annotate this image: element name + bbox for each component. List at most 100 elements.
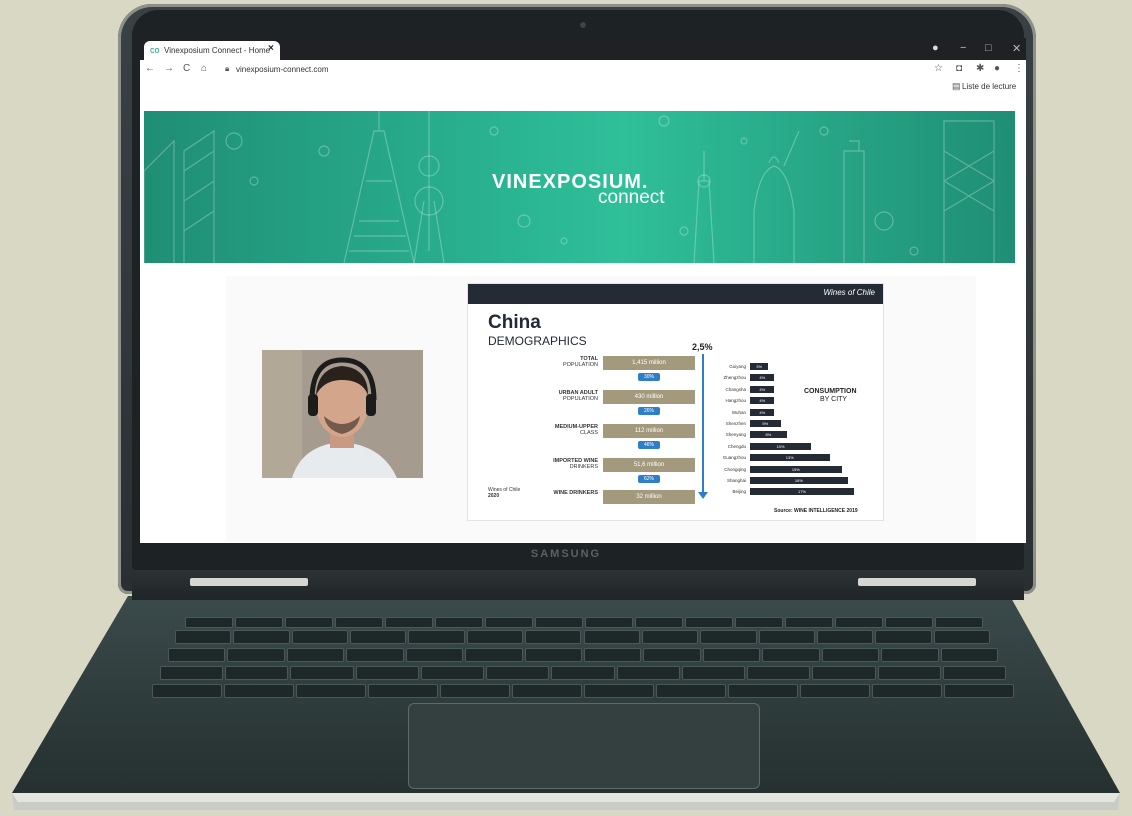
keyboard-key — [233, 630, 290, 644]
funnel-sublabel: DRINKERS — [569, 464, 598, 470]
keyboard-key — [835, 617, 883, 628]
city-label: Guangzhou — [722, 455, 746, 461]
menu-icon[interactable]: ⋮ — [1014, 63, 1024, 74]
keyboard-key — [681, 666, 746, 680]
keyboard-key — [635, 617, 683, 628]
favicon-icon: co — [150, 45, 160, 55]
keyboard-key — [551, 666, 615, 680]
keyboard-key — [942, 666, 1006, 680]
keyboard-key — [524, 648, 582, 662]
bookmarks-bar — [140, 80, 1026, 94]
consumption-title: CONSUMPTION — [804, 388, 857, 395]
hero-banner: VINEXPOSIUM. connect — [144, 111, 1015, 263]
slide-subtitle: DEMOGRAPHICS — [488, 334, 587, 348]
keyboard-key — [747, 666, 811, 680]
lock-icon[interactable]: 🔒︎ — [225, 64, 229, 74]
keyboard-key — [465, 648, 523, 662]
presentation-slide: Wines of Chile China DEMOGRAPHICS 2,5% C… — [467, 283, 884, 521]
keyboard-key — [583, 630, 640, 644]
slide-source: Source: WINE INTELLIGENCE 2019 — [774, 508, 858, 514]
bookmark-star-icon[interactable]: ☆ — [934, 63, 943, 74]
url-input[interactable]: vinexposium-connect.com — [236, 65, 328, 74]
funnel-label: WINE DRINKERS — [553, 490, 598, 496]
close-tab-icon[interactable]: × — [268, 43, 274, 54]
funnel-value: 430 million — [603, 390, 695, 404]
keyboard-key — [641, 630, 699, 644]
keyboard-key — [585, 617, 633, 628]
maximize-icon[interactable]: □ — [985, 42, 992, 54]
funnel-conversion: 26% — [638, 407, 660, 415]
reading-list-icon[interactable]: ▤ — [952, 81, 961, 92]
keyboard-key — [224, 684, 294, 698]
reload-icon[interactable]: C — [183, 63, 190, 74]
city-bar: 6% — [750, 431, 787, 439]
keyboard-key — [225, 666, 289, 680]
webcam-lens — [580, 22, 586, 28]
keyboard-key — [160, 666, 224, 680]
slide-title: China — [488, 312, 541, 333]
keyboard-key — [525, 630, 582, 644]
city-bar: 13% — [750, 454, 830, 462]
funnel-label: URBAN ADULT POPULATION — [558, 390, 598, 402]
browser-tab[interactable]: co Vinexposium Connect - Home × — [144, 41, 280, 60]
keyboard-key — [535, 617, 583, 628]
keyboard-key — [584, 648, 642, 662]
keyboard-key — [643, 648, 701, 662]
keyboard-key — [405, 648, 464, 662]
city-bar: 4% — [750, 408, 775, 416]
tab-bar: co Vinexposium Connect - Home × ● − □ ✕ — [140, 38, 1026, 60]
keyboard-key — [350, 630, 407, 644]
funnel-label: IMPORTED WINE DRINKERS — [553, 458, 598, 470]
funnel-sublabel: CLASS — [579, 430, 598, 436]
city-bar: 5% — [750, 420, 781, 427]
keyboard-key — [812, 666, 876, 680]
city-label: Wuhan — [731, 409, 746, 415]
keyboard-key — [335, 617, 383, 628]
keyboard-key — [800, 684, 870, 698]
city-label: Shenzhen — [725, 421, 746, 426]
speaker-portrait — [262, 350, 423, 478]
forward-icon[interactable]: → — [164, 63, 174, 74]
profile-icon[interactable]: ● — [932, 42, 939, 54]
close-window-icon[interactable]: ✕ — [1012, 42, 1021, 55]
wines-of-chile-logo: Wines of Chile — [823, 288, 875, 297]
city-label: Changsha — [725, 386, 746, 392]
city-bar: 3% — [750, 363, 769, 370]
keyboard-key — [235, 617, 283, 628]
city-label: Beijing — [732, 489, 746, 495]
keyboard-key — [485, 617, 533, 628]
keyboard-key — [285, 617, 333, 628]
keyboard-key — [385, 617, 433, 628]
keyboard-key — [785, 617, 833, 628]
keyboard-key — [368, 684, 438, 698]
keyboard-key — [735, 617, 783, 628]
keyboard-key — [885, 617, 933, 628]
account-icon[interactable]: ● — [994, 63, 1000, 74]
funnel-value: 51,6 million — [603, 458, 695, 472]
growth-rate: 2,5% — [692, 342, 713, 352]
city-label: Shanghai — [726, 478, 746, 483]
keyboard-key — [881, 648, 939, 662]
keyboard-key — [758, 630, 815, 644]
hinge-left — [190, 578, 308, 586]
minimize-icon[interactable]: − — [960, 42, 966, 54]
keyboard-key — [872, 684, 942, 698]
camera-icon[interactable]: ◘ — [956, 63, 962, 74]
speaker-video[interactable] — [262, 350, 423, 478]
keyboard-key — [466, 630, 524, 644]
city-bar: 15% — [750, 465, 842, 473]
keyboard-key — [728, 684, 798, 698]
funnel-conversion: 46% — [638, 441, 660, 449]
funnel-value: 32 million — [603, 490, 695, 504]
funnel-label: MEDIUM-UPPER CLASS — [554, 424, 598, 436]
back-icon[interactable]: ← — [145, 63, 155, 74]
funnel-sublabel: POPULATION — [562, 362, 598, 368]
city-bar: 4% — [750, 374, 775, 382]
funnel-conversion: 30% — [638, 373, 660, 381]
browser-window: co Vinexposium Connect - Home × ● − □ ✕ … — [140, 38, 1026, 543]
brand-logo: SAMSUNG — [530, 548, 602, 560]
home-icon[interactable]: ⌂ — [201, 63, 207, 74]
extensions-icon[interactable]: ✱ — [976, 63, 984, 74]
reading-list-button[interactable]: Liste de lecture — [962, 82, 1016, 91]
keyboard-key — [175, 630, 232, 644]
